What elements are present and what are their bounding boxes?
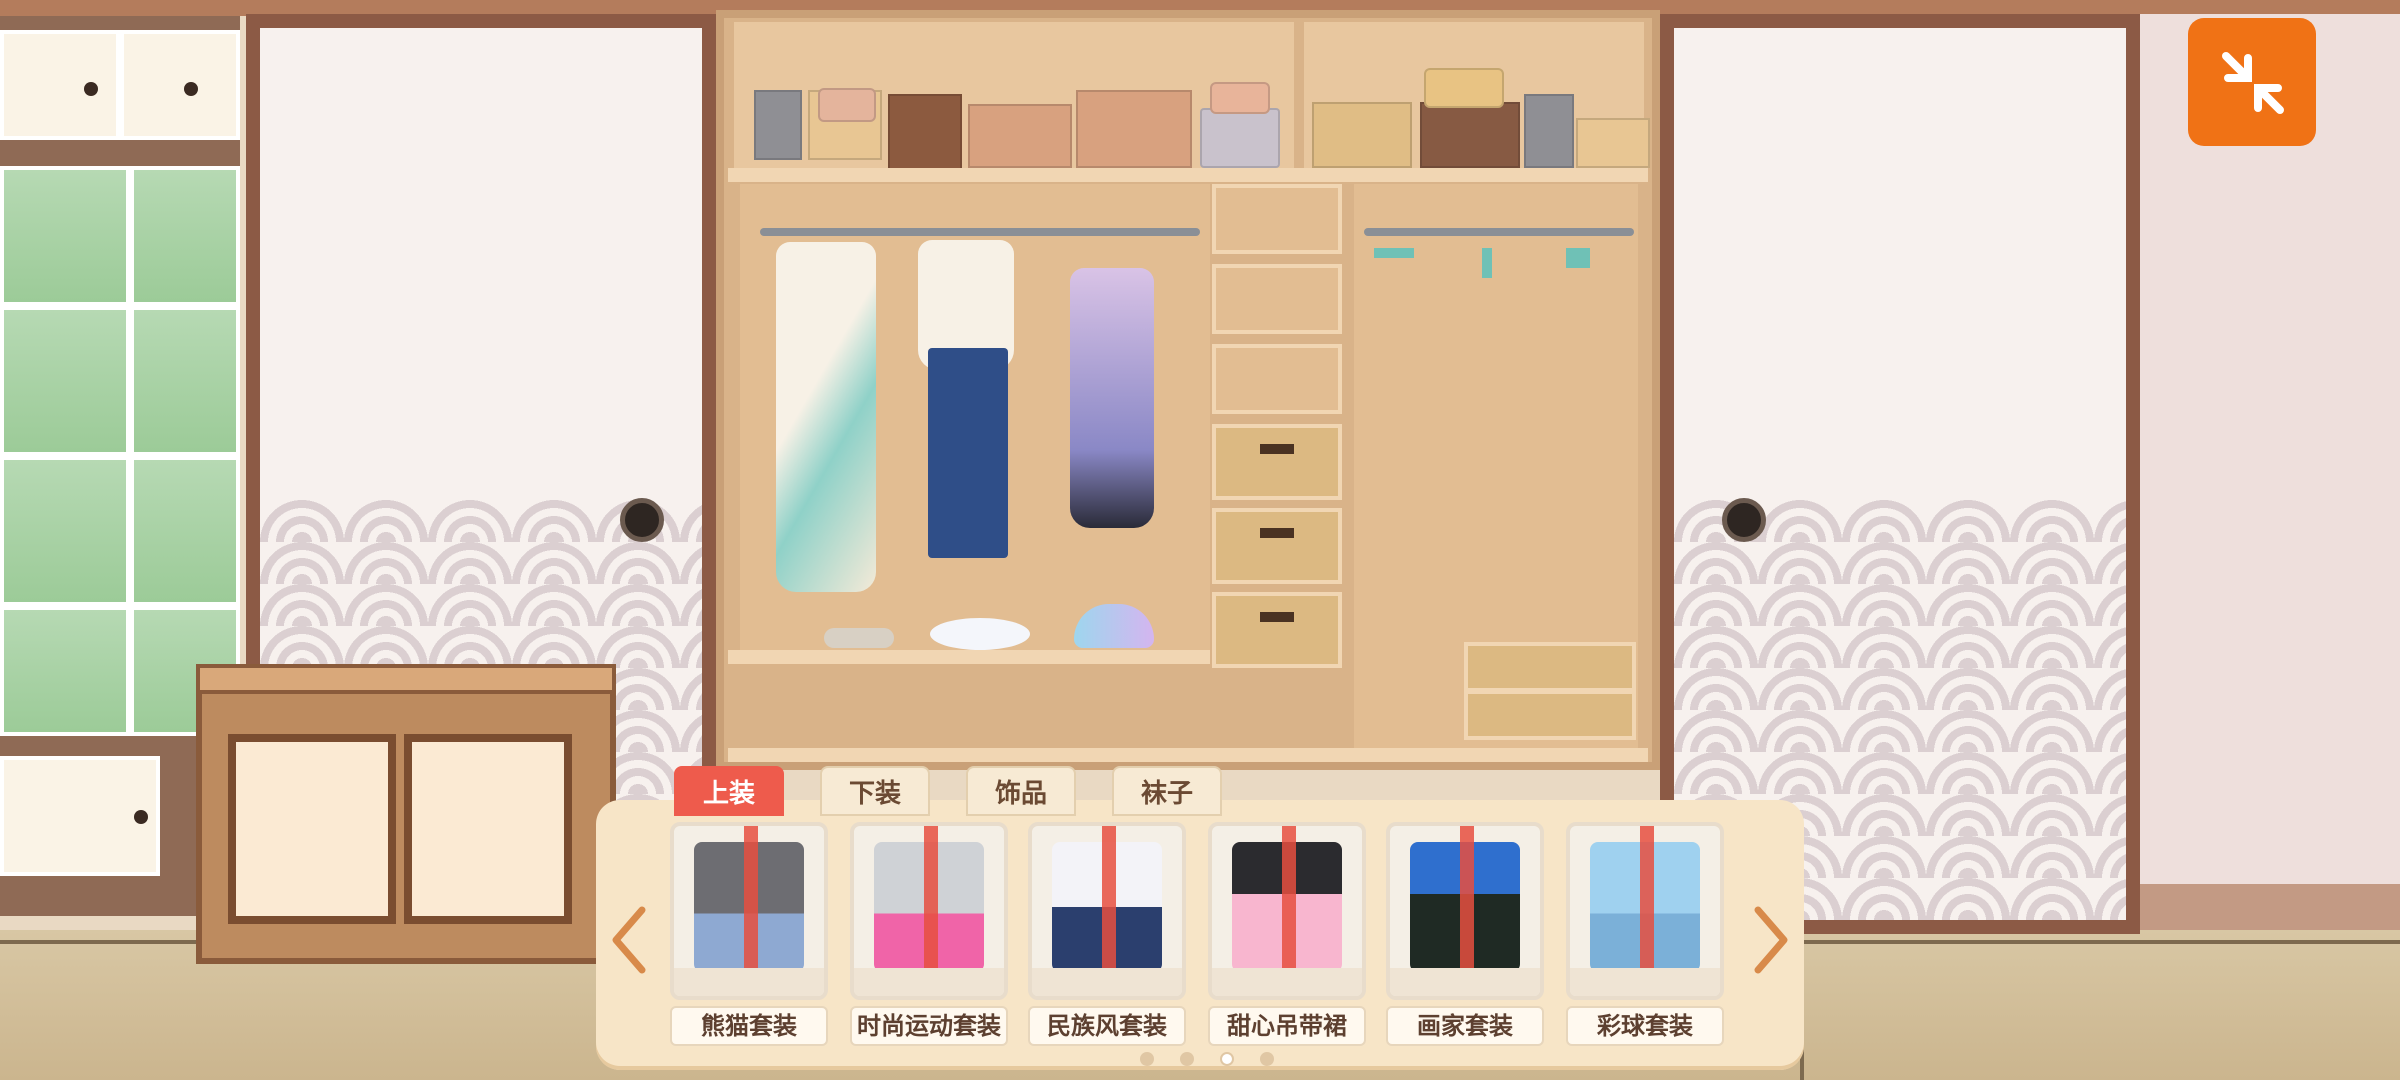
page-dot-1[interactable] bbox=[1140, 1052, 1154, 1066]
outfit-label: 时尚运动套装 bbox=[850, 1006, 1008, 1046]
page-dot-4[interactable] bbox=[1260, 1052, 1274, 1066]
page-dot-2[interactable] bbox=[1180, 1052, 1194, 1066]
right-sliding-door bbox=[1660, 14, 2140, 934]
hanging-dress-1 bbox=[776, 242, 876, 592]
outfit-card-sweetheart[interactable] bbox=[1208, 822, 1366, 1000]
collapse-button[interactable] bbox=[2188, 18, 2316, 146]
outfit-label: 画家套装 bbox=[1386, 1006, 1544, 1046]
tab-accessories[interactable]: 饰品 bbox=[966, 766, 1076, 816]
next-arrow-button[interactable] bbox=[1746, 900, 1796, 980]
tab-socks[interactable]: 袜子 bbox=[1112, 766, 1222, 816]
outfit-label: 彩球套装 bbox=[1566, 1006, 1724, 1046]
outfit-card-sport[interactable] bbox=[850, 822, 1008, 1000]
page-dot-3[interactable] bbox=[1220, 1052, 1234, 1066]
outfit-label: 民族风套装 bbox=[1028, 1006, 1186, 1046]
collapse-arrows-icon bbox=[2222, 52, 2284, 114]
prev-arrow-button[interactable] bbox=[604, 900, 654, 980]
right-baseboard bbox=[2140, 884, 2400, 930]
outfit-card-ethnic[interactable] bbox=[1028, 822, 1186, 1000]
hanging-skirt bbox=[928, 348, 1008, 558]
chevron-right-icon bbox=[1754, 906, 1788, 974]
low-cabinet bbox=[196, 664, 616, 964]
chevron-left-icon bbox=[612, 906, 646, 974]
wardrobe-closet bbox=[716, 10, 1660, 770]
tab-tops[interactable]: 上装 bbox=[674, 766, 784, 816]
shoes bbox=[824, 628, 894, 648]
outfit-label: 熊猫套装 bbox=[670, 1006, 828, 1046]
outfit-card-painter[interactable] bbox=[1386, 822, 1544, 1000]
tab-bottoms[interactable]: 下装 bbox=[820, 766, 930, 816]
sun-hat bbox=[930, 618, 1030, 650]
outfit-card-panda[interactable] bbox=[670, 822, 828, 1000]
outfit-card-ball[interactable] bbox=[1566, 822, 1724, 1000]
outfit-label: 甜心吊带裙 bbox=[1208, 1006, 1366, 1046]
hanging-dress-3 bbox=[1070, 268, 1154, 528]
